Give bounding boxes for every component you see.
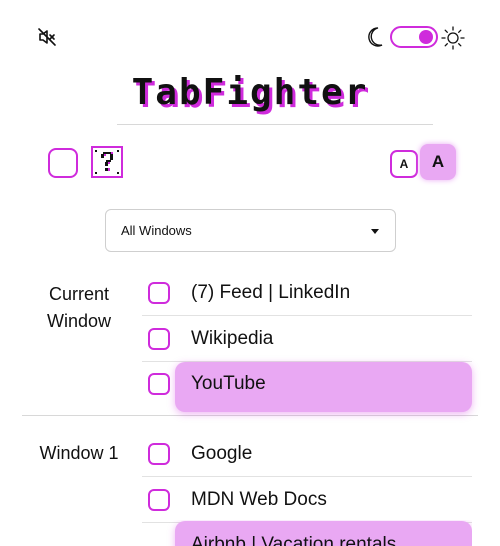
window-filter-value: All Windows (121, 223, 192, 238)
tab-checkbox[interactable] (148, 443, 170, 465)
tab-title[interactable]: Wikipedia (191, 328, 273, 350)
window-filter-select[interactable]: All Windows (105, 209, 396, 252)
sun-icon (441, 26, 465, 50)
tab-checkbox[interactable] (148, 489, 170, 511)
tab-title[interactable]: Google (191, 443, 252, 465)
tab-title[interactable]: (7) Feed | LinkedIn (191, 282, 350, 304)
app-title: TabFighter (131, 72, 369, 113)
font-size-large-button[interactable]: A (420, 144, 456, 180)
moon-icon (368, 27, 383, 47)
tab-checkbox[interactable] (148, 282, 170, 304)
tab-title[interactable]: YouTube (191, 373, 266, 395)
theme-toggle[interactable] (390, 26, 438, 48)
tab-row[interactable]: Airbnb | Vacation rentals (142, 520, 472, 546)
tab-checkbox[interactable] (148, 373, 170, 395)
title-divider (117, 124, 433, 125)
toggle-knob (419, 30, 433, 44)
tab-title[interactable]: MDN Web Docs (191, 489, 327, 511)
question-block-icon[interactable] (91, 146, 123, 178)
chevron-down-icon (371, 229, 379, 234)
top-bar (0, 0, 500, 70)
window-group-divider (22, 415, 478, 416)
tab-checkbox[interactable] (148, 328, 170, 350)
tab-title[interactable]: Airbnb | Vacation rentals (191, 534, 396, 546)
tab-row[interactable]: Wikipedia (142, 316, 472, 362)
tab-row[interactable]: Google (142, 431, 472, 477)
select-all-checkbox[interactable] (48, 148, 78, 178)
font-size-small-button[interactable]: A (390, 150, 418, 178)
group-label-window-1: Window 1 (39, 443, 119, 463)
group-label-current-window: Current Window (46, 284, 112, 331)
tab-row[interactable]: YouTube (142, 361, 472, 412)
tab-row[interactable]: (7) Feed | LinkedIn (142, 270, 472, 316)
tab-row[interactable]: MDN Web Docs (142, 477, 472, 523)
volume-mute-icon[interactable] (37, 27, 57, 47)
